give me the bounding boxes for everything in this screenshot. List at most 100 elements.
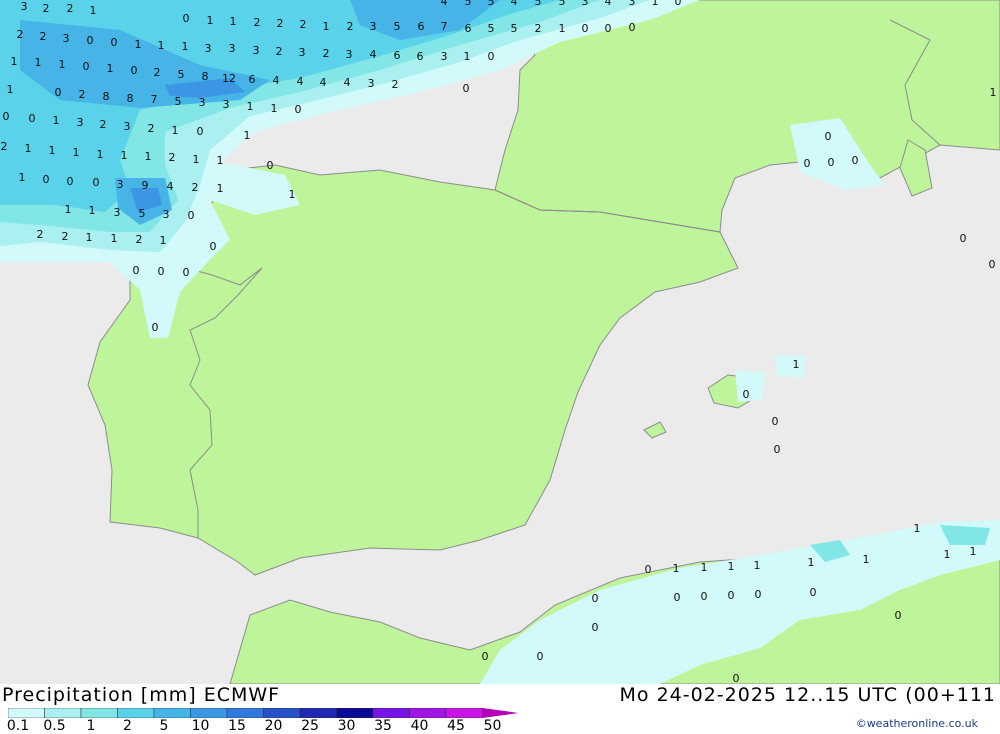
- map-value: 2: [136, 233, 143, 246]
- map-value: 3: [77, 116, 84, 129]
- map-value: 2: [17, 28, 24, 41]
- map-value: 5: [559, 0, 566, 8]
- map-value: 0: [772, 415, 779, 428]
- map-value: 0: [133, 264, 140, 277]
- map-value: 0: [29, 112, 36, 125]
- map-value: 12: [222, 72, 236, 85]
- map-value: 2: [392, 78, 399, 91]
- map-value: 3: [629, 0, 636, 8]
- map-value: 6: [394, 49, 401, 62]
- map-value: 0: [3, 110, 10, 123]
- map-value: 0: [131, 64, 138, 77]
- legend-tick-label: 10: [191, 718, 210, 734]
- map-value: 3: [370, 20, 377, 33]
- map-value: 0: [55, 86, 62, 99]
- map-value: 6: [417, 50, 424, 63]
- map-value: 8: [103, 90, 110, 103]
- map-value: 1: [172, 124, 179, 137]
- map-value: 4: [320, 76, 327, 89]
- map-value: 3: [163, 208, 170, 221]
- map-value: 4: [273, 74, 280, 87]
- map-value: 5: [139, 207, 146, 220]
- map-value: 0: [810, 586, 817, 599]
- map-value: 1: [19, 171, 26, 184]
- map-value: 1: [160, 234, 167, 247]
- map-value: 5: [178, 68, 185, 81]
- map-canvas: 3 2 2 1 0 1 1 2 2 2 1 2 3 5 6 7 6 5 5 2 …: [0, 0, 1000, 684]
- legend-swatch: [190, 708, 228, 718]
- map-value: 0: [605, 22, 612, 35]
- map-value: 1: [97, 148, 104, 161]
- legend-tick-label: 0.1: [6, 718, 30, 734]
- legend-ticks: 0.1 0.5 1 2 5 10 15 20 25 30 35 40 45 50: [0, 718, 520, 734]
- legend-swatch: [299, 708, 337, 718]
- map-value: 2: [192, 181, 199, 194]
- map-value: 0: [755, 588, 762, 601]
- legend-swatch: [445, 708, 483, 718]
- map-value: 2: [1, 140, 8, 153]
- map-value: 3: [117, 178, 124, 191]
- map-value: 3: [368, 77, 375, 90]
- legend-tick-label: 20: [264, 718, 283, 734]
- map-value: 0: [93, 176, 100, 189]
- map-value: 0: [537, 650, 544, 663]
- map-value: 1: [944, 548, 951, 561]
- legend-swatch: [44, 708, 82, 718]
- map-value: 5: [488, 0, 495, 8]
- map-value: 1: [107, 62, 114, 75]
- map-value: 0: [989, 258, 996, 271]
- map-value: 1: [35, 56, 42, 69]
- map-value: 1: [193, 153, 200, 166]
- map-value: 2: [323, 47, 330, 60]
- map-value: 1: [65, 203, 72, 216]
- map-value: 1: [111, 232, 118, 245]
- map-value: 0: [267, 159, 274, 172]
- legend-tick-label: 0.5: [43, 718, 66, 734]
- map-value: 2: [169, 151, 176, 164]
- map-value: 0: [210, 240, 217, 253]
- map-value: 1: [217, 154, 224, 167]
- map-value: 3: [63, 32, 70, 45]
- map-value: 1: [73, 146, 80, 159]
- map-value: 3: [114, 206, 121, 219]
- map-value: 2: [37, 228, 44, 241]
- map-value: 1: [11, 55, 18, 68]
- map-value: 1: [652, 0, 659, 8]
- map-value: 2: [62, 230, 69, 243]
- map-value: 0: [895, 609, 902, 622]
- map-value: 0: [701, 590, 708, 603]
- map-value: 0: [183, 12, 190, 25]
- map-value: 2: [254, 16, 261, 29]
- map-value: 0: [960, 232, 967, 245]
- map-value: 0: [733, 672, 740, 684]
- map-value: 6: [465, 22, 472, 35]
- legend-tick-label: 30: [337, 718, 356, 734]
- legend-colorbar: [8, 708, 519, 718]
- legend-swatch: [372, 708, 410, 718]
- map-value: 0: [188, 209, 195, 222]
- map-value: 3: [205, 42, 212, 55]
- map-value: 0: [482, 650, 489, 663]
- legend-swatch: [117, 708, 155, 718]
- map-value: 2: [43, 2, 50, 15]
- map-value: 1: [793, 358, 800, 371]
- map-value: 0: [582, 22, 589, 35]
- map-value: 0: [158, 265, 165, 278]
- map-value: 4: [344, 76, 351, 89]
- map-value: 5: [511, 22, 518, 35]
- legend-tick-label: 50: [483, 718, 502, 734]
- map-value: 0: [629, 21, 636, 34]
- map-value: 3: [21, 0, 28, 13]
- map-value: 3: [223, 98, 230, 111]
- precipitation-map: 3 2 2 1 0 1 1 2 2 2 1 2 3 5 6 7 6 5 5 2 …: [0, 0, 1000, 684]
- map-value: 2: [67, 2, 74, 15]
- map-value: 1: [323, 20, 330, 33]
- map-value: 7: [151, 93, 158, 106]
- map-value: 0: [825, 130, 832, 143]
- credit-link[interactable]: ©weatheronline.co.uk: [856, 717, 978, 730]
- map-value: 1: [914, 522, 921, 535]
- map-value: 0: [852, 154, 859, 167]
- map-value: 2: [148, 122, 155, 135]
- map-value: 1: [89, 204, 96, 217]
- map-value: 1: [701, 561, 708, 574]
